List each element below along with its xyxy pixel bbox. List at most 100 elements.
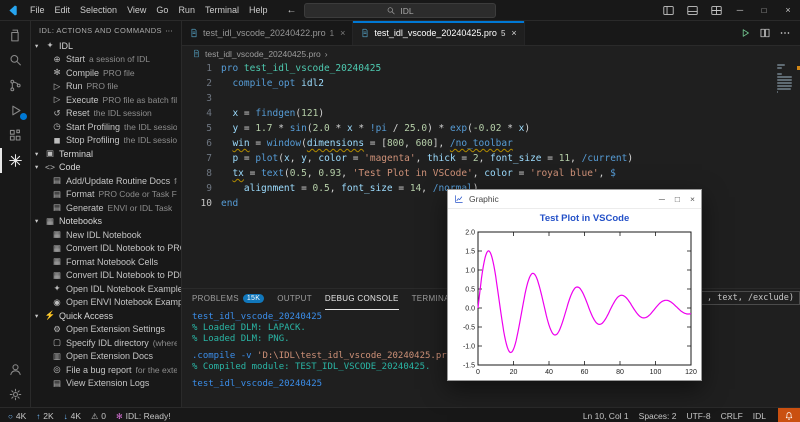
menu-go[interactable]: Go	[151, 3, 173, 17]
activity-idl-extension[interactable]	[0, 148, 30, 173]
command-format-notebook-cells[interactable]: ▦ Format Notebook Cells	[31, 255, 181, 269]
graphic-chart-icon	[455, 195, 463, 203]
search-icon	[386, 6, 396, 16]
command-open-idl-notebook-example[interactable]: ✦ Open IDL Notebook Example	[31, 282, 181, 296]
command-convert-idl-notebook-to-pro-code[interactable]: ▦ Convert IDL Notebook to PRO Code	[31, 242, 181, 256]
panel-tab-output[interactable]: OUTPUT	[277, 289, 312, 310]
section-idl[interactable]: ▾ ✦ IDL	[31, 39, 181, 53]
menu-terminal[interactable]: Terminal	[200, 3, 244, 17]
panel-tab-debug-console[interactable]: DEBUG CONSOLE	[324, 289, 399, 310]
command-reset[interactable]: ↺ Reset the IDL session	[31, 107, 181, 121]
status-0[interactable]: ⚠ 0	[91, 411, 106, 421]
command-start-profiling[interactable]: ◷ Start Profiling the IDL session	[31, 120, 181, 134]
activity-search[interactable]	[0, 48, 30, 73]
command-open-extension-docs[interactable]: ▥ Open Extension Docs	[31, 350, 181, 364]
tree-item-label: Start Profiling	[66, 121, 121, 132]
run-button[interactable]	[739, 27, 751, 39]
minimize-button[interactable]: ─	[728, 0, 752, 20]
menu-view[interactable]: View	[122, 3, 151, 17]
layout-panel-icon[interactable]	[680, 0, 704, 20]
tree-item-label: Start	[66, 54, 86, 65]
command-convert-idl-notebook-to-pdf[interactable]: ▦ Convert IDL Notebook to PDF	[31, 269, 181, 283]
command-open-envi-notebook-example[interactable]: ◉ Open ENVI Notebook Example	[31, 296, 181, 310]
tab-label: test_idl_vscode_20240425.pro	[374, 28, 497, 38]
menu-selection[interactable]: Selection	[75, 3, 122, 17]
section-code[interactable]: ▾ <> Code	[31, 161, 181, 175]
command-generate[interactable]: ▤ Generate ENVI or IDL Task	[31, 201, 181, 215]
panel-tab-problems[interactable]: PROBLEMS 15K	[192, 289, 265, 310]
command-add-update-routine-docs[interactable]: ▤ Add/Update Routine Docsfor file	[31, 174, 181, 188]
status-spaces-2[interactable]: Spaces: 2	[639, 411, 677, 421]
section-terminal[interactable]: ▾ ▣ Terminal	[31, 147, 181, 161]
command-format[interactable]: ▤ Format PRO Code or Task File	[31, 188, 181, 202]
svg-text:-1.5: -1.5	[463, 362, 475, 369]
layout-grid-icon[interactable]	[704, 0, 728, 20]
plot-canvas: Test Plot in VSCode 0 20 40 60 80 100 120 -1.5 -1…	[463, 213, 697, 376]
command-specify-idl-directory[interactable]: ▢ Specify IDL directory(where "idl.exe" o…	[31, 336, 181, 350]
menu-file[interactable]: File	[25, 3, 50, 17]
command-start[interactable]: ⊕ Start a session of IDL	[31, 53, 181, 67]
command-compile[interactable]: ✻ Compile PRO file	[31, 66, 181, 80]
notifications-bell[interactable]	[778, 408, 800, 422]
status-2k[interactable]: ↑ 2K	[36, 411, 53, 421]
section-quick-access[interactable]: ▾ ⚡ Quick Access	[31, 309, 181, 323]
layout-grid-icon-glyph	[710, 5, 722, 15]
command-view-extension-logs[interactable]: ▤ View Extension Logs	[31, 377, 181, 391]
status-4k[interactable]: ↓ 4K	[64, 411, 81, 421]
menu-edit[interactable]: Edit	[50, 3, 76, 17]
command-execute[interactable]: ▷ Execute PRO file as batch file	[31, 93, 181, 107]
panel-tab-label: OUTPUT	[277, 294, 312, 303]
status-idl[interactable]: IDL	[753, 411, 766, 421]
window-controls: ─ □ ×	[656, 0, 800, 20]
view-extension-logs-icon: ▤	[52, 377, 62, 388]
command-center-search[interactable]: IDL	[304, 3, 496, 18]
maximize-button[interactable]: □	[752, 0, 776, 20]
line-number: 3	[206, 93, 212, 104]
graphic-window-titlebar[interactable]: Graphic ─ □ ×	[448, 190, 701, 209]
layout-sidebar-icon[interactable]	[656, 0, 680, 20]
svg-text:0.0: 0.0	[465, 305, 475, 312]
command-file-a-bug-report[interactable]: ◎ File a bug reportfor the extension	[31, 363, 181, 377]
minimap[interactable]	[777, 64, 793, 93]
tree-item-description: PRO file	[86, 81, 119, 92]
more-actions-icon	[780, 32, 790, 34]
idl-graphic-window[interactable]: Graphic ─ □ × Test Plot in VSCode 0 20 40 60 80…	[447, 189, 702, 381]
status-ln-10-col-1[interactable]: Ln 10, Col 1	[583, 411, 629, 421]
section-notebooks[interactable]: ▾ ▦ Notebooks	[31, 215, 181, 229]
command-open-extension-settings[interactable]: ⚙ Open Extension Settings	[31, 323, 181, 337]
status-utf-8[interactable]: UTF-8	[686, 411, 710, 421]
command-stop-profiling[interactable]: ◼ Stop Profiling the IDL session	[31, 134, 181, 148]
close-tab-icon[interactable]: ×	[511, 28, 516, 38]
status-4k[interactable]: ○ 4K	[8, 411, 26, 421]
menu-help[interactable]: Help	[244, 3, 273, 17]
editor-tab-test-idl-vscode-20240425-pro[interactable]: test_idl_vscode_20240425.pro 5 ×	[353, 21, 525, 45]
nav-back-icon[interactable]: ←	[286, 5, 296, 16]
command-new-idl-notebook[interactable]: ▦ New IDL Notebook	[31, 228, 181, 242]
activity-accounts[interactable]	[0, 357, 30, 382]
split-editor-button[interactable]	[759, 27, 771, 39]
code-line: compile_opt idl2	[232, 78, 324, 89]
tree-item-label: Format Notebook Cells	[66, 256, 159, 267]
breadcrumb[interactable]: test_idl_vscode_20240425.pro ›	[182, 46, 800, 61]
activity-extensions[interactable]	[0, 123, 30, 148]
activity-explorer[interactable]	[0, 23, 30, 48]
graphic-close-button[interactable]: ×	[690, 194, 695, 204]
menu-run[interactable]: Run	[173, 3, 200, 17]
graphic-minimize-button[interactable]: ─	[659, 194, 665, 204]
activity-settings[interactable]	[0, 382, 30, 407]
status-idl-ready[interactable]: ✻ IDL: Ready!	[116, 411, 171, 421]
graphic-maximize-button[interactable]: □	[675, 194, 680, 204]
command-run[interactable]: ▷ Run PRO file	[31, 80, 181, 94]
activity-run-and-debug[interactable]	[0, 98, 30, 123]
close-tab-icon[interactable]: ×	[340, 28, 345, 38]
minimap-line	[777, 76, 792, 78]
editor-tab-test-idl-vscode-20240422-pro[interactable]: test_idl_vscode_20240422.pro 1 ×	[182, 21, 354, 45]
svg-text:40: 40	[545, 369, 553, 376]
activity-source-control[interactable]	[0, 73, 30, 98]
sidebar-more-icon[interactable]: ⋯	[165, 26, 173, 35]
status-crlf[interactable]: CRLF	[721, 411, 743, 421]
close-button[interactable]: ×	[776, 0, 800, 20]
open-idl-notebook-example-icon: ✦	[53, 283, 61, 294]
svg-text:80: 80	[616, 369, 624, 376]
more-actions-button[interactable]	[779, 27, 791, 39]
